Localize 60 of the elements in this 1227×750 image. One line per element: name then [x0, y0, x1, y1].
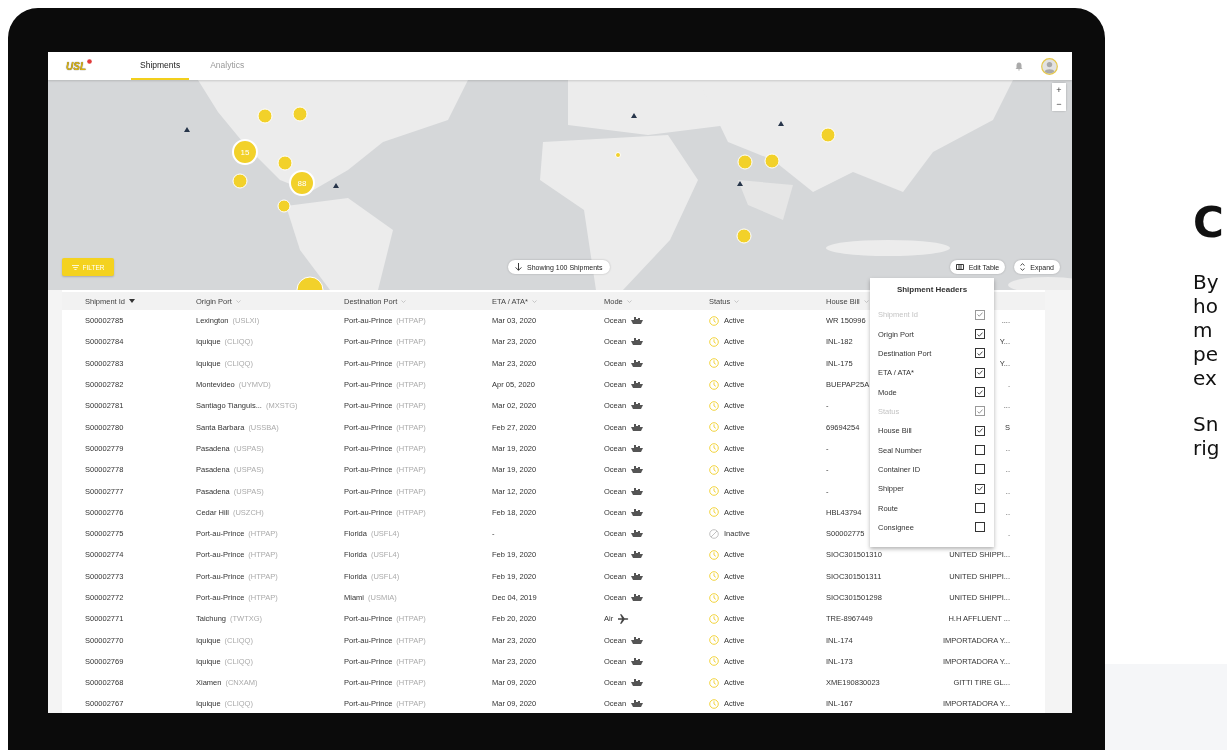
clock-icon [709, 656, 719, 667]
clock-icon [709, 336, 719, 347]
clock-icon [709, 677, 719, 688]
checkbox[interactable] [975, 445, 985, 456]
clock-icon [709, 422, 719, 433]
inactive-icon [709, 528, 719, 539]
clock-icon [709, 613, 719, 624]
ship-icon [631, 700, 644, 708]
paragraph: Sn rig [1193, 412, 1221, 461]
ship-icon [631, 636, 644, 644]
clock-icon [709, 464, 719, 475]
ship-icon [631, 679, 644, 687]
clock-icon [709, 592, 719, 603]
checkbox[interactable] [975, 367, 985, 378]
ship-icon [631, 359, 644, 367]
ship-icon [631, 317, 644, 325]
checkbox[interactable] [975, 387, 985, 398]
ship-icon [631, 444, 644, 452]
badge-icon [87, 59, 92, 64]
heading: C [1193, 200, 1224, 247]
clock-icon [709, 571, 719, 582]
clock-icon [709, 635, 719, 646]
clock-icon [709, 507, 719, 518]
ship-icon [631, 657, 644, 665]
ship-icon [631, 572, 644, 580]
clock-icon [709, 549, 719, 560]
zoom-button[interactable]: + [1052, 83, 1066, 97]
up-down-chevron-icon [1020, 263, 1026, 271]
columns-icon [955, 264, 964, 270]
clock-icon [709, 443, 719, 454]
ship-icon [631, 381, 644, 389]
arrow-down-icon [515, 263, 522, 271]
checkbox[interactable] [975, 329, 985, 339]
ship-icon [631, 487, 644, 495]
ship-icon [631, 551, 644, 559]
logo: USL [66, 60, 86, 72]
ship-icon [631, 594, 644, 601]
clock-icon [709, 699, 719, 709]
paragraph: By ho m pe ex [1193, 270, 1220, 391]
clock-icon [709, 358, 719, 369]
menu-title: Shipment Headers [895, 283, 969, 296]
ship-icon [631, 530, 644, 538]
clock-icon [709, 379, 719, 390]
filter-icon [71, 264, 79, 270]
airplane-icon [618, 613, 630, 624]
checkbox[interactable] [975, 483, 985, 494]
ship-icon [631, 338, 644, 346]
ship-icon [631, 466, 644, 474]
ship-icon [631, 423, 644, 431]
checkbox[interactable] [975, 425, 985, 436]
zoom-button[interactable]: − [1052, 97, 1066, 111]
checkbox[interactable] [975, 522, 985, 533]
ship-icon [631, 402, 644, 410]
checkbox[interactable] [975, 464, 985, 475]
ship-icon [631, 508, 644, 516]
clock-icon [709, 486, 719, 496]
clock-icon [709, 400, 719, 411]
clock-icon [709, 315, 719, 326]
checkbox[interactable] [975, 348, 985, 359]
checkbox[interactable] [975, 503, 985, 514]
